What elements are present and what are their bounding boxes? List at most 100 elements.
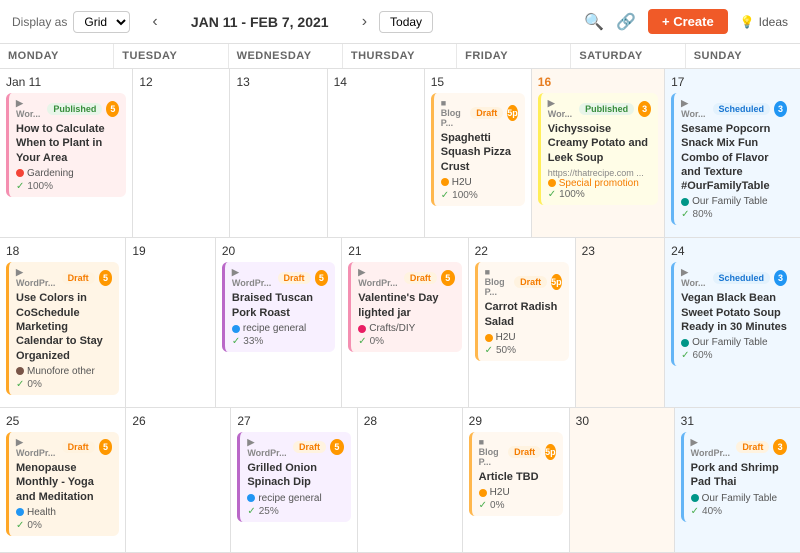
nav-controls: ‹ JAN 11 - FEB 7, 2021 › Today — [146, 11, 433, 33]
card-title: Sesame Popcorn Snack Mix Fun Combo of Fl… — [681, 122, 787, 193]
week-3: 25 ▶ WordPr... Draft 5 Menopause Monthly… — [0, 408, 800, 553]
header-saturday: SATURDAY — [571, 44, 685, 68]
card-tag: H2U — [479, 487, 556, 498]
badge-num: 3 — [774, 101, 787, 117]
card-jan24[interactable]: ▶ Wor... Scheduled 3 Vegan Black Bean Sw… — [671, 262, 794, 366]
status-badge: Scheduled — [713, 272, 771, 284]
day-13: 13 — [230, 69, 327, 238]
status-badge: Draft — [278, 272, 311, 284]
wp-label: ▶ Wor... — [16, 98, 43, 119]
day-26: 26 — [126, 408, 231, 553]
view-select[interactable]: Grid — [73, 11, 130, 33]
ideas-button[interactable]: 💡 Ideas — [740, 15, 788, 29]
header-icons: 🔍 🔗 + Create 💡 Ideas — [584, 9, 788, 34]
dot-icon — [479, 489, 487, 497]
wp-label: ▶ WordPr... — [232, 267, 274, 288]
day-22: 22 ■ Blog P... Draft 5p Carrot Radish Sa… — [469, 238, 576, 407]
card-title: Vegan Black Bean Sweet Potato Soup Ready… — [681, 291, 787, 334]
day-21: 21 ▶ WordPr... Draft 5 Valentine's Day l… — [342, 238, 468, 407]
card-tag: H2U — [485, 332, 562, 343]
share-icon[interactable]: 🔗 — [616, 12, 636, 32]
app-wrapper: Display as Grid ‹ JAN 11 - FEB 7, 2021 ›… — [0, 0, 800, 553]
prev-btn[interactable]: ‹ — [146, 11, 163, 33]
card-title: Carrot Radish Salad — [485, 300, 562, 329]
wp-label: ▶ WordPr... — [247, 437, 289, 458]
card-jan29[interactable]: ■ Blog P... Draft 5p Article TBD H2U ✓ 0… — [469, 432, 563, 516]
day-14: 14 — [328, 69, 425, 238]
status-badge: Draft — [736, 441, 769, 453]
day-number: 26 — [132, 414, 224, 428]
next-btn[interactable]: › — [356, 11, 373, 33]
day-number: 17 — [671, 75, 794, 89]
dot-icon — [681, 198, 689, 206]
dot-icon — [548, 179, 556, 187]
check-icon: ✓ — [16, 379, 24, 390]
card-header: ▶ WordPr... Draft 5 — [232, 267, 328, 288]
day-number: 29 — [469, 414, 563, 428]
wp-label: ▶ Wor... — [681, 98, 708, 119]
card-tag: Our Family Table — [691, 493, 787, 504]
badge-num: 5p — [551, 274, 562, 290]
check-icon: ✓ — [691, 506, 699, 517]
card-jan15[interactable]: ■ Blog P... Draft 5p Spaghetti Squash Pi… — [431, 93, 525, 206]
card-header: ▶ WordPr... Draft 5 — [16, 267, 112, 288]
card-tag: Health — [16, 507, 112, 518]
dot-icon — [16, 169, 24, 177]
card-jan20[interactable]: ▶ WordPr... Draft 5 Braised Tuscan Pork … — [222, 262, 335, 352]
status-badge: Scheduled — [713, 103, 771, 115]
check-icon: ✓ — [358, 336, 366, 347]
today-button[interactable]: Today — [379, 11, 433, 33]
card-title: Braised Tuscan Pork Roast — [232, 291, 328, 320]
dot-icon — [681, 339, 689, 347]
header-monday: MONDAY — [0, 44, 114, 68]
card-progress: ✓ 80% — [681, 209, 787, 220]
check-icon: ✓ — [247, 506, 255, 517]
card-header: ■ Blog P... Draft 5p — [479, 437, 556, 467]
day-number: 30 — [576, 414, 668, 428]
wp-label: ▶ WordPr... — [358, 267, 400, 288]
card-tag: H2U — [441, 177, 518, 188]
card-progress: ✓ 100% — [441, 190, 518, 201]
day-number: 12 — [139, 75, 223, 89]
card-header: ▶ WordPr... Draft 5 — [358, 267, 454, 288]
check-icon: ✓ — [485, 345, 493, 356]
day-24: 24 ▶ Wor... Scheduled 3 Vegan Black Bean… — [665, 238, 800, 407]
card-jan18[interactable]: ▶ WordPr... Draft 5 Use Colors in CoSche… — [6, 262, 119, 394]
card-progress: ✓ 100% — [548, 189, 651, 200]
dot-icon — [16, 508, 24, 516]
card-tag: recipe general — [247, 493, 343, 504]
card-title: Use Colors in CoSchedule Marketing Calen… — [16, 291, 112, 362]
search-icon[interactable]: 🔍 — [584, 12, 604, 32]
badge-num: 5p — [507, 105, 518, 121]
card-jan11[interactable]: ▶ Wor... Published 5 How to Calculate Wh… — [6, 93, 126, 197]
wp-label: ▶ Wor... — [681, 267, 708, 288]
day-number: 18 — [6, 244, 119, 258]
card-jan16[interactable]: ▶ Wor... Published 3 Vichyssoise Creamy … — [538, 93, 658, 205]
day-number: 31 — [681, 414, 794, 428]
card-tag: Munofore other — [16, 366, 112, 377]
badge-num: 3 — [773, 439, 787, 455]
day-number: 22 — [475, 244, 569, 258]
card-jan31[interactable]: ▶ WordPr... Draft 3 Pork and Shrimp Pad … — [681, 432, 794, 522]
check-icon: ✓ — [681, 209, 689, 220]
card-title: Vichyssoise Creamy Potato and Leek Soup — [548, 122, 651, 165]
card-jan17[interactable]: ▶ Wor... Scheduled 3 Sesame Popcorn Snac… — [671, 93, 794, 225]
create-button[interactable]: + Create — [648, 9, 728, 34]
dot-icon — [16, 367, 24, 375]
status-badge: Published — [579, 103, 634, 115]
day-17: 17 ▶ Wor... Scheduled 3 Sesame Popcorn S… — [665, 69, 800, 238]
check-icon: ✓ — [479, 500, 487, 511]
check-icon: ✓ — [16, 520, 24, 531]
wp-label: ▶ WordPr... — [16, 267, 58, 288]
display-as-label: Display as Grid — [12, 11, 130, 33]
day-number: 13 — [236, 75, 320, 89]
day-29: 29 ■ Blog P... Draft 5p Article TBD H2U … — [463, 408, 570, 553]
card-jan25[interactable]: ▶ WordPr... Draft 5 Menopause Monthly - … — [6, 432, 119, 536]
card-jan21[interactable]: ▶ WordPr... Draft 5 Valentine's Day ligh… — [348, 262, 461, 352]
card-progress: ✓ 0% — [479, 500, 556, 511]
card-progress: ✓ 0% — [16, 379, 112, 390]
card-title: How to Calculate When to Plant in Your A… — [16, 122, 119, 165]
card-jan22[interactable]: ■ Blog P... Draft 5p Carrot Radish Salad… — [475, 262, 569, 361]
card-jan27[interactable]: ▶ WordPr... Draft 5 Grilled Onion Spinac… — [237, 432, 350, 522]
badge-num: 3 — [638, 101, 651, 117]
